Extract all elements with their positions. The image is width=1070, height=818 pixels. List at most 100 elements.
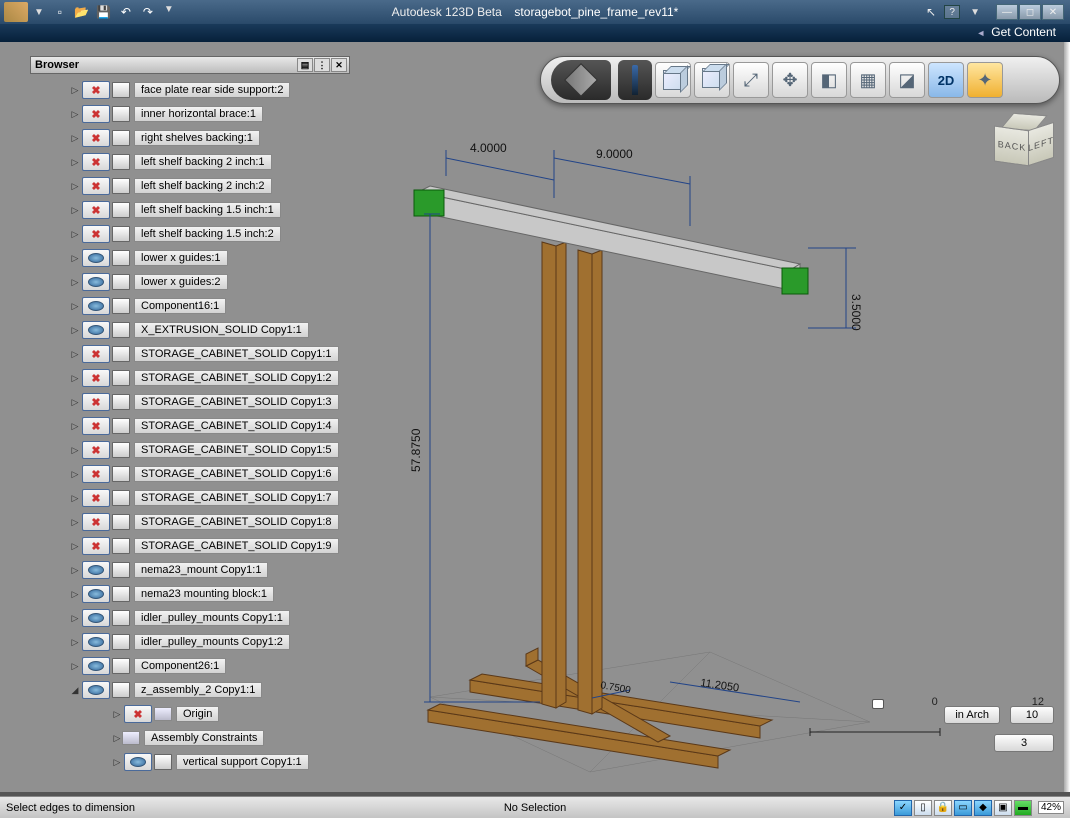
- visibility-toggle-icon[interactable]: [82, 489, 110, 507]
- expand-arrow-icon[interactable]: ▷: [70, 157, 80, 168]
- tree-item[interactable]: ▷nema23 mounting block:1: [30, 582, 350, 606]
- expand-arrow-icon[interactable]: ▷: [70, 373, 80, 384]
- expand-arrow-icon[interactable]: ▷: [70, 421, 80, 432]
- ruler-slider-knob[interactable]: [872, 696, 884, 714]
- help-icon[interactable]: ?: [944, 5, 960, 19]
- maximize-button[interactable]: ◻: [1019, 4, 1041, 20]
- open-file-icon[interactable]: 📂: [74, 4, 90, 20]
- tree-item[interactable]: ▷left shelf backing 1.5 inch:1: [30, 198, 350, 222]
- tree-subitem[interactable]: ▷vertical support Copy1:1: [30, 750, 350, 774]
- expand-arrow-icon[interactable]: ▷: [70, 349, 80, 360]
- press-pull-tool-icon[interactable]: ⤢: [733, 62, 769, 98]
- close-button[interactable]: ✕: [1042, 4, 1064, 20]
- visibility-toggle-icon[interactable]: [82, 105, 110, 123]
- visibility-toggle-icon[interactable]: [124, 705, 152, 723]
- expand-arrow-icon[interactable]: ▷: [70, 493, 80, 504]
- visibility-toggle-icon[interactable]: [82, 345, 110, 363]
- tree-item[interactable]: ▷X_EXTRUSION_SOLID Copy1:1: [30, 318, 350, 342]
- visibility-toggle-icon[interactable]: [82, 369, 110, 387]
- visibility-toggle-icon[interactable]: [82, 633, 110, 651]
- expand-arrow-icon[interactable]: ◢: [70, 685, 80, 696]
- visibility-toggle-icon[interactable]: [82, 273, 110, 291]
- expand-arrow-icon[interactable]: ▷: [70, 541, 80, 552]
- visibility-toggle-icon[interactable]: [82, 201, 110, 219]
- visibility-toggle-icon[interactable]: [82, 609, 110, 627]
- visibility-toggle-icon[interactable]: [82, 321, 110, 339]
- expand-arrow-icon[interactable]: ▷: [70, 613, 80, 624]
- box-tool-icon[interactable]: [655, 62, 691, 98]
- tree-item[interactable]: ▷lower x guides:2: [30, 270, 350, 294]
- tree-item[interactable]: ▷face plate rear side support:2: [30, 78, 350, 102]
- expand-arrow-icon[interactable]: ▷: [70, 397, 80, 408]
- expand-arrow-icon[interactable]: ▷: [70, 325, 80, 336]
- viewcube-back[interactable]: BACK: [994, 125, 1030, 166]
- minimize-button[interactable]: —: [996, 4, 1018, 20]
- tree-item[interactable]: ▷left shelf backing 1.5 inch:2: [30, 222, 350, 246]
- browser-close-icon[interactable]: ✕: [331, 58, 347, 72]
- visibility-toggle-icon[interactable]: [82, 417, 110, 435]
- expand-arrow-icon[interactable]: ▷: [112, 709, 122, 720]
- visibility-toggle-icon[interactable]: [82, 249, 110, 267]
- undo-icon[interactable]: ↶: [118, 4, 134, 20]
- redo-icon[interactable]: ↷: [140, 4, 156, 20]
- expand-arrow-icon[interactable]: ▷: [70, 277, 80, 288]
- snap-toggle-icon[interactable]: ✓: [894, 800, 912, 816]
- tree-item[interactable]: ▷STORAGE_CABINET_SOLID Copy1:1: [30, 342, 350, 366]
- app-logo-icon[interactable]: [4, 2, 28, 22]
- units-selector[interactable]: in Arch: [944, 706, 1000, 724]
- zoom-level[interactable]: 42%: [1038, 801, 1064, 814]
- expand-arrow-icon[interactable]: ▷: [70, 445, 80, 456]
- tree-item[interactable]: ▷Component16:1: [30, 294, 350, 318]
- tree-item[interactable]: ▷STORAGE_CABINET_SOLID Copy1:3: [30, 390, 350, 414]
- visibility-toggle-icon[interactable]: [82, 465, 110, 483]
- browser-options-icon[interactable]: ▤: [297, 58, 313, 72]
- ruler-value-box[interactable]: 3: [994, 734, 1054, 752]
- edges-toggle-icon[interactable]: ▣: [994, 800, 1012, 816]
- browser-filter-icon[interactable]: ⋮: [314, 58, 330, 72]
- get-content-link[interactable]: Get Content: [976, 25, 1056, 39]
- tree-item[interactable]: ▷STORAGE_CABINET_SOLID Copy1:4: [30, 414, 350, 438]
- visibility-toggle-icon[interactable]: [82, 441, 110, 459]
- visibility-toggle-icon[interactable]: [124, 753, 152, 771]
- material-tool-icon[interactable]: ✦: [967, 62, 1003, 98]
- expand-arrow-icon[interactable]: ▷: [70, 253, 80, 264]
- primitives-icon[interactable]: [551, 60, 611, 100]
- visibility-toggle-icon[interactable]: [82, 585, 110, 603]
- tree-item[interactable]: ▷STORAGE_CABINET_SOLID Copy1:8: [30, 510, 350, 534]
- tree-item[interactable]: ▷inner horizontal brace:1: [30, 102, 350, 126]
- tree-subitem[interactable]: ▷Assembly Constraints: [30, 726, 350, 750]
- visibility-toggle-icon[interactable]: [82, 297, 110, 315]
- combine-tool-icon[interactable]: ◪: [889, 62, 925, 98]
- visibility-toggle-icon[interactable]: [82, 657, 110, 675]
- expand-arrow-icon[interactable]: ▷: [112, 733, 122, 744]
- tree-subitem[interactable]: ▷Origin: [30, 702, 350, 726]
- visibility-toggle-icon[interactable]: [82, 129, 110, 147]
- visibility-toggle-icon[interactable]: [82, 153, 110, 171]
- tree-item[interactable]: ▷idler_pulley_mounts Copy1:1: [30, 606, 350, 630]
- qat-dropdown-icon[interactable]: ▼: [164, 4, 174, 20]
- expand-arrow-icon[interactable]: ▷: [70, 109, 80, 120]
- sketch-icon[interactable]: [618, 60, 652, 100]
- extrude-tool-icon[interactable]: [694, 62, 730, 98]
- app-menu-dropdown-icon[interactable]: ▼: [34, 7, 44, 18]
- vertical-scrollbar[interactable]: [1064, 42, 1070, 792]
- expand-arrow-icon[interactable]: ▷: [70, 517, 80, 528]
- tree-item[interactable]: ▷STORAGE_CABINET_SOLID Copy1:7: [30, 486, 350, 510]
- ortho-lock-icon[interactable]: 🔒: [934, 800, 952, 816]
- visibility-toggle-icon[interactable]: [82, 537, 110, 555]
- expand-arrow-icon[interactable]: ▷: [70, 301, 80, 312]
- view-cube[interactable]: BACK LEFT: [988, 114, 1052, 178]
- help-dropdown-icon[interactable]: ▼: [970, 7, 980, 18]
- tree-item[interactable]: ▷lower x guides:1: [30, 246, 350, 270]
- expand-arrow-icon[interactable]: ▷: [70, 661, 80, 672]
- expand-arrow-icon[interactable]: ▷: [112, 757, 122, 768]
- visibility-toggle-icon[interactable]: [82, 513, 110, 531]
- browser-header[interactable]: Browser ▤ ⋮ ✕: [30, 56, 350, 74]
- tree-item[interactable]: ▷STORAGE_CABINET_SOLID Copy1:9: [30, 534, 350, 558]
- visibility-toggle-icon[interactable]: [82, 561, 110, 579]
- visibility-toggle-icon[interactable]: [82, 81, 110, 99]
- shade-toggle-icon[interactable]: ◆: [974, 800, 992, 816]
- tree-item[interactable]: ▷left shelf backing 2 inch:2: [30, 174, 350, 198]
- visibility-toggle-icon[interactable]: [82, 177, 110, 195]
- visibility-toggle-icon[interactable]: [82, 393, 110, 411]
